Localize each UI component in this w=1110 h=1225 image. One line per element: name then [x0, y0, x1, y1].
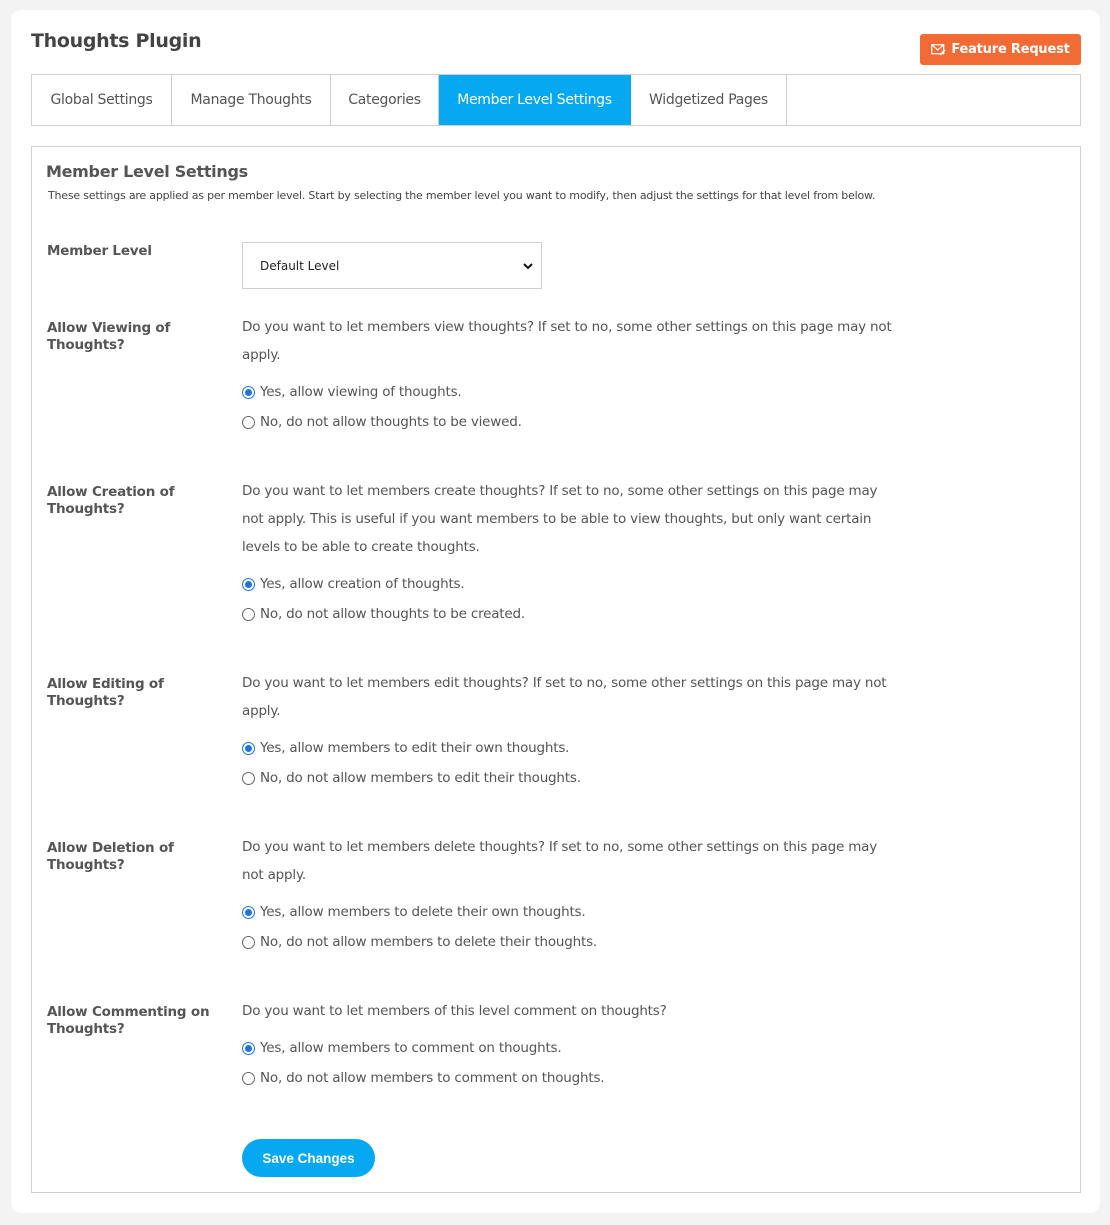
editing-setting: Do you want to let members edit thoughts…: [242, 675, 902, 793]
tab-global-settings[interactable]: Global Settings: [32, 75, 172, 125]
viewing-description: Do you want to let members view thoughts…: [242, 319, 892, 363]
tab-categories[interactable]: Categories: [331, 75, 439, 125]
creation-setting: Do you want to let members create though…: [242, 483, 902, 629]
radio-checked[interactable]: [242, 905, 255, 919]
commenting-label: Allow Commenting on Thoughts?: [47, 1004, 210, 1037]
tab-manage-thoughts[interactable]: Manage Thoughts: [172, 75, 331, 125]
deletion-label: Allow Deletion of Thoughts?: [47, 840, 174, 873]
radio-unchecked[interactable]: [242, 771, 255, 785]
feature-request-label: Feature Request: [951, 42, 1070, 57]
radio-checked[interactable]: [242, 1041, 255, 1055]
commenting-description: Do you want to let members of this level…: [242, 1003, 667, 1019]
option-label: Yes, allow viewing of thoughts.: [260, 384, 462, 400]
commenting-setting: Do you want to let members of this level…: [242, 1003, 902, 1093]
radio-unchecked[interactable]: [242, 415, 255, 429]
option-label: No, do not allow members to edit their t…: [260, 770, 581, 786]
member-level-select[interactable]: Default Level: [242, 242, 542, 289]
radio-checked[interactable]: [242, 577, 255, 591]
radio-checked[interactable]: [242, 741, 255, 755]
feature-request-button[interactable]: Feature Request: [920, 34, 1081, 65]
option-label: Yes, allow members to edit their own tho…: [260, 740, 570, 756]
editing-no-option[interactable]: No, do not allow members to edit their t…: [242, 763, 902, 793]
option-label: No, do not allow thoughts to be created.: [260, 606, 525, 622]
viewing-label: Allow Viewing of Thoughts?: [47, 320, 171, 353]
section-description: These settings are applied as per member…: [48, 189, 876, 202]
page-title: Thoughts Plugin: [31, 30, 202, 52]
option-label: No, do not allow members to delete their…: [260, 934, 598, 950]
option-label: Yes, allow members to delete their own t…: [260, 904, 586, 920]
member-level-value: Default Level: [260, 258, 340, 273]
chevron-down-icon: [523, 259, 533, 273]
commenting-yes-option[interactable]: Yes, allow members to comment on thought…: [242, 1033, 902, 1063]
creation-no-option[interactable]: No, do not allow thoughts to be created.: [242, 599, 902, 629]
radio-unchecked[interactable]: [242, 607, 255, 621]
creation-yes-option[interactable]: Yes, allow creation of thoughts.: [242, 569, 902, 599]
plugin-card: Thoughts Plugin Feature Request Global S…: [11, 10, 1100, 1213]
creation-description: Do you want to let members create though…: [242, 483, 878, 555]
option-label: No, do not allow thoughts to be viewed.: [260, 414, 522, 430]
member-level-label: Member Level: [47, 243, 152, 259]
viewing-setting: Do you want to let members view thoughts…: [242, 319, 902, 437]
option-label: Yes, allow members to comment on thought…: [260, 1040, 562, 1056]
envelope-edit-icon: [931, 43, 946, 56]
deletion-yes-option[interactable]: Yes, allow members to delete their own t…: [242, 897, 902, 927]
deletion-setting: Do you want to let members delete though…: [242, 839, 902, 957]
tab-member-level-settings[interactable]: Member Level Settings: [439, 75, 631, 125]
creation-label: Allow Creation of Thoughts?: [47, 484, 175, 517]
section-title: Member Level Settings: [46, 162, 248, 181]
deletion-no-option[interactable]: No, do not allow members to delete their…: [242, 927, 902, 957]
radio-unchecked[interactable]: [242, 1071, 255, 1085]
tab-bar: Global Settings Manage Thoughts Categori…: [31, 74, 1081, 126]
editing-label: Allow Editing of Thoughts?: [47, 676, 164, 709]
editing-description: Do you want to let members edit thoughts…: [242, 675, 887, 719]
editing-yes-option[interactable]: Yes, allow members to edit their own tho…: [242, 733, 902, 763]
radio-unchecked[interactable]: [242, 935, 255, 949]
option-label: No, do not allow members to comment on t…: [260, 1070, 605, 1086]
tab-widgetized-pages[interactable]: Widgetized Pages: [631, 75, 787, 125]
radio-checked[interactable]: [242, 385, 255, 399]
viewing-no-option[interactable]: No, do not allow thoughts to be viewed.: [242, 407, 902, 437]
settings-panel: Member Level Settings These settings are…: [31, 146, 1081, 1193]
commenting-no-option[interactable]: No, do not allow members to comment on t…: [242, 1063, 902, 1093]
deletion-description: Do you want to let members delete though…: [242, 839, 878, 883]
option-label: Yes, allow creation of thoughts.: [260, 576, 465, 592]
save-changes-button[interactable]: Save Changes: [242, 1139, 375, 1177]
viewing-yes-option[interactable]: Yes, allow viewing of thoughts.: [242, 377, 902, 407]
